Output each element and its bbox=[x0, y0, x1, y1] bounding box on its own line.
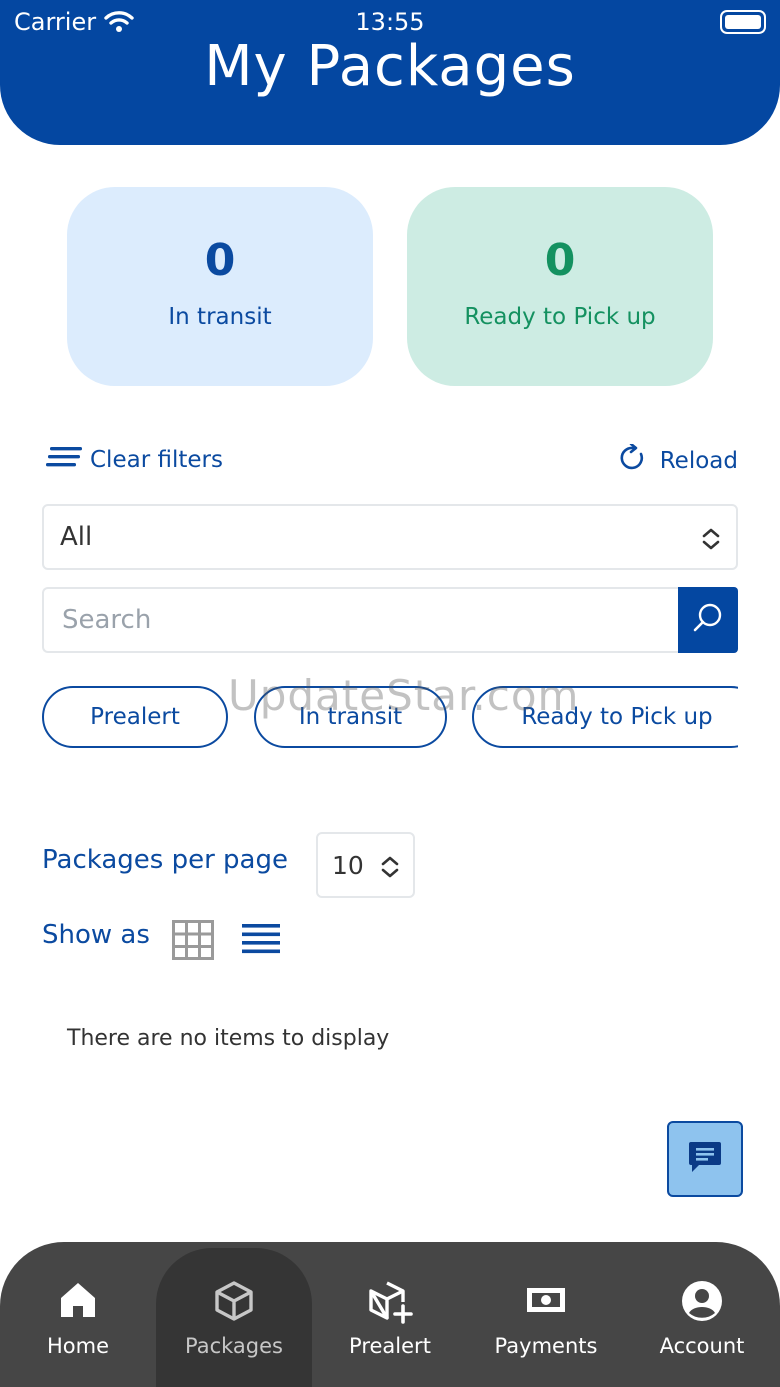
tab-label: Account bbox=[659, 1334, 745, 1358]
tab-account[interactable]: Account bbox=[624, 1242, 780, 1387]
tab-prealert[interactable]: Prealert bbox=[312, 1242, 468, 1387]
clear-filters-label: Clear filters bbox=[90, 447, 223, 473]
chip-prealert[interactable]: Prealert bbox=[42, 686, 228, 748]
reload-icon bbox=[620, 442, 646, 478]
battery-icon bbox=[720, 10, 766, 34]
chip-in-transit[interactable]: In transit bbox=[254, 686, 447, 748]
chevron-up-down-icon bbox=[379, 854, 401, 886]
search-icon bbox=[692, 602, 724, 638]
chat-button[interactable] bbox=[667, 1121, 743, 1197]
clock: 13:55 bbox=[355, 8, 425, 36]
stat-value: 0 bbox=[204, 235, 236, 286]
tab-bar: Home Packages Prealert Payments Account bbox=[0, 1242, 780, 1387]
tab-home[interactable]: Home bbox=[0, 1242, 156, 1387]
home-icon bbox=[58, 1280, 98, 1324]
tab-label: Prealert bbox=[349, 1334, 431, 1358]
search-input[interactable] bbox=[42, 587, 678, 653]
status-select[interactable]: All bbox=[42, 504, 738, 570]
filter-row: Clear filters Reload bbox=[42, 440, 738, 484]
tab-label: Home bbox=[46, 1334, 109, 1358]
show-as-label: Show as bbox=[42, 920, 150, 950]
stat-label: Ready to Pick up bbox=[464, 304, 656, 330]
tab-payments[interactable]: Payments bbox=[468, 1242, 624, 1387]
page-title: My Packages bbox=[204, 34, 576, 99]
stat-card-ready-to-pick-up[interactable]: 0 Ready to Pick up bbox=[407, 187, 713, 386]
list-icon[interactable] bbox=[242, 922, 280, 960]
status-select-value: All bbox=[60, 522, 93, 552]
packages-per-page-select[interactable]: 10 bbox=[316, 832, 415, 898]
app-header: Carrier 13:55 My Packages bbox=[0, 0, 780, 145]
stat-value: 0 bbox=[544, 235, 576, 286]
chat-icon bbox=[687, 1139, 723, 1179]
chevron-up-down-icon bbox=[700, 526, 722, 559]
grid-icon[interactable] bbox=[172, 920, 214, 964]
filter-lines-icon bbox=[46, 444, 84, 476]
account-icon bbox=[681, 1280, 723, 1326]
tab-label: Payments bbox=[494, 1334, 598, 1358]
packages-per-page-label: Packages per page bbox=[42, 845, 288, 875]
clear-filters-button[interactable]: Clear filters bbox=[46, 444, 223, 476]
empty-message: There are no items to display bbox=[67, 1026, 390, 1051]
status-chips: Prealert In transit Ready to Pick up bbox=[42, 686, 738, 748]
money-icon bbox=[526, 1280, 566, 1324]
package-icon bbox=[213, 1280, 255, 1326]
stat-label: In transit bbox=[168, 304, 272, 330]
tab-packages[interactable]: Packages bbox=[156, 1248, 312, 1387]
package-add-icon bbox=[367, 1280, 413, 1328]
tab-label: Packages bbox=[185, 1334, 283, 1358]
reload-label: Reload bbox=[659, 448, 738, 474]
stat-card-in-transit[interactable]: 0 In transit bbox=[67, 187, 373, 386]
chip-ready-to-pick-up[interactable]: Ready to Pick up bbox=[472, 686, 738, 748]
reload-button[interactable]: Reload bbox=[620, 442, 738, 478]
packages-per-page-value: 10 bbox=[332, 850, 364, 880]
search-button[interactable] bbox=[678, 587, 738, 653]
